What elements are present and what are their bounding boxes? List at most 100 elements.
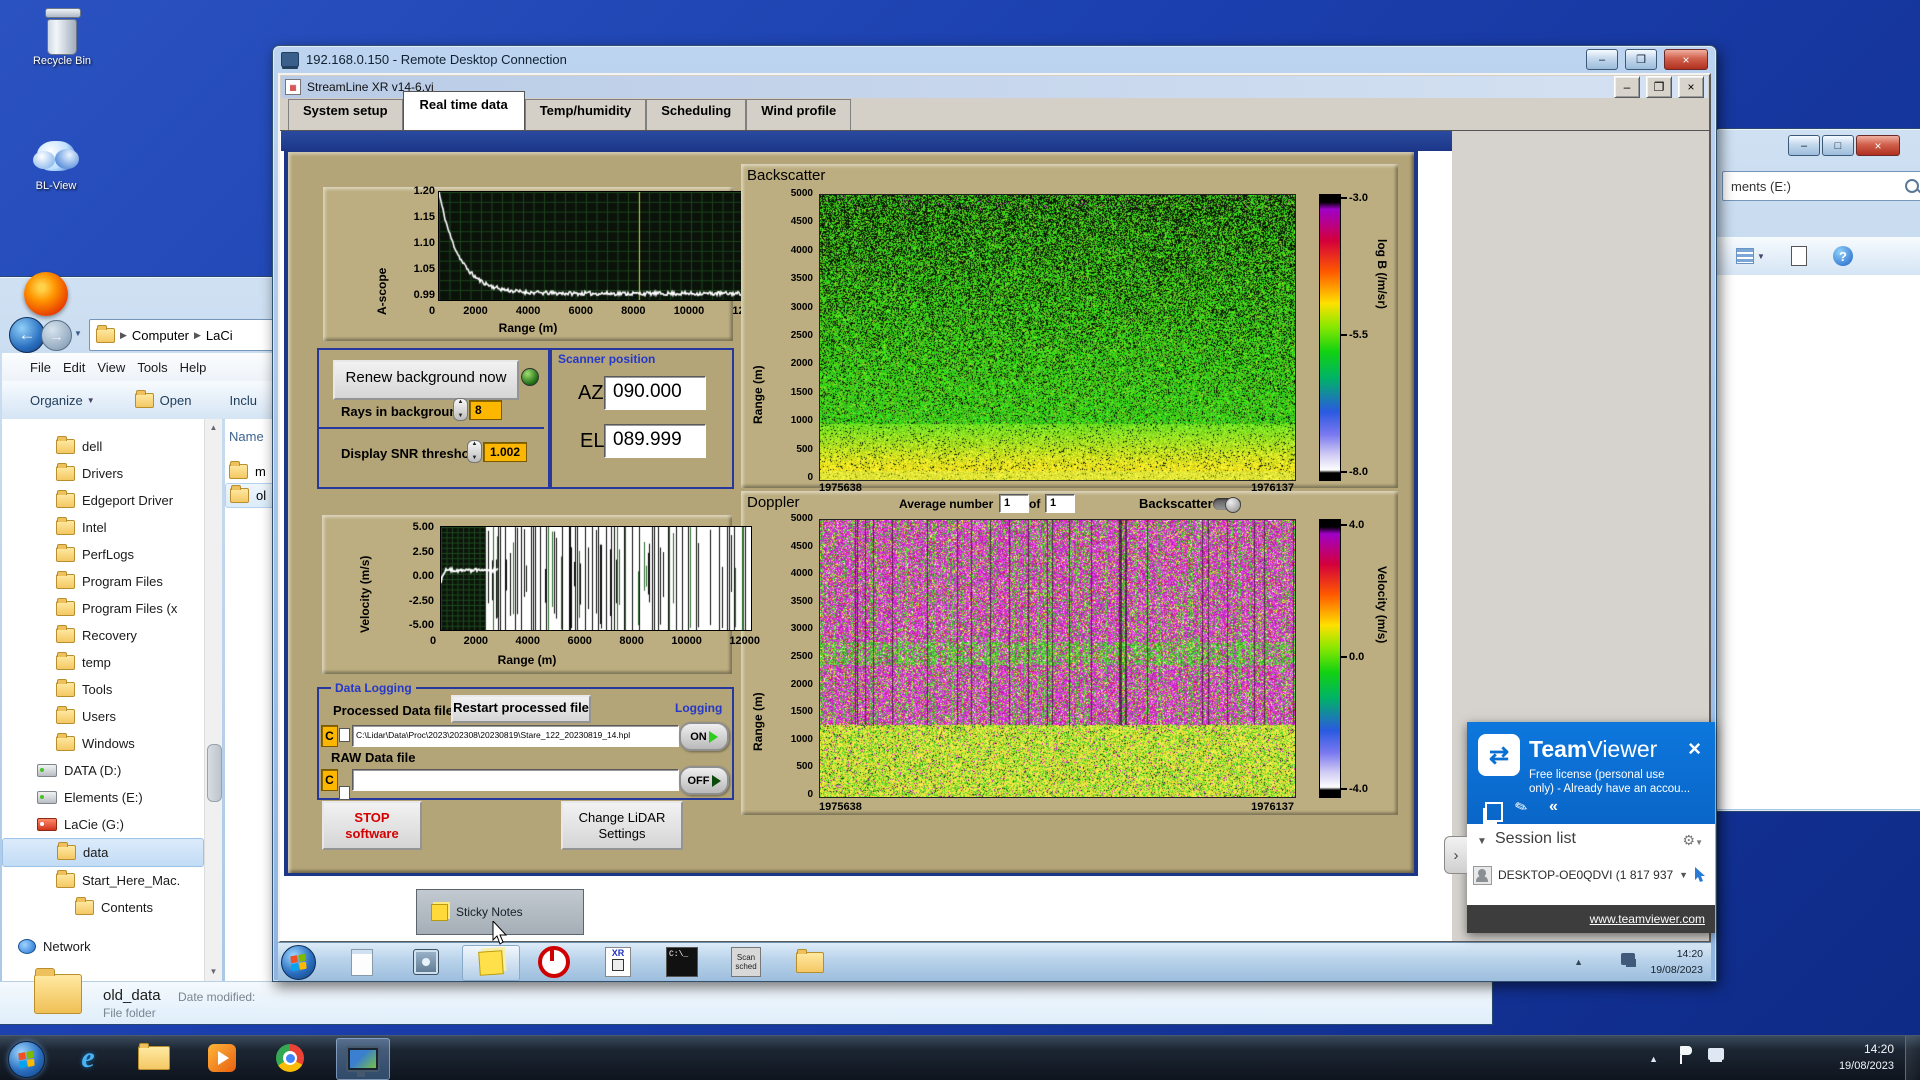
remote-taskbar-folder[interactable]	[782, 945, 838, 979]
remote-taskbar-control-app[interactable]	[398, 945, 454, 979]
start-button[interactable]	[8, 1041, 45, 1078]
tree-item[interactable]: LaCie (G:)	[2, 811, 204, 838]
close-button[interactable]: ×	[1856, 135, 1900, 156]
taskbar-media-player[interactable]	[196, 1038, 248, 1078]
tab-wind-profile[interactable]: Wind profile	[746, 99, 852, 130]
tree-item[interactable]: Windows	[2, 730, 204, 757]
copy-icon[interactable]	[1485, 802, 1503, 822]
tree-item[interactable]: dell	[2, 433, 204, 460]
minimize-button[interactable]: –	[1788, 135, 1820, 156]
processed-drive-button[interactable]: C	[321, 725, 338, 747]
breadcrumb-item-lacie[interactable]: LaCi	[206, 328, 233, 343]
nav-dropdown-icon[interactable]: ▼	[74, 329, 82, 338]
chevron-down-icon[interactable]: ▼	[1679, 870, 1688, 880]
tree-item[interactable]: Users	[2, 703, 204, 730]
raw-path-field[interactable]	[352, 769, 679, 791]
az-value-field[interactable]: 090.000	[604, 376, 706, 410]
remote-taskbar-notepad[interactable]	[334, 945, 390, 979]
tree-item[interactable]: Contents	[2, 894, 204, 921]
rays-spinner[interactable]: ▲ ▼	[453, 398, 468, 421]
backscatter-toggle[interactable]	[1213, 497, 1241, 513]
scrollbar-thumb[interactable]	[207, 744, 222, 802]
processed-logging-on-button[interactable]: ON	[679, 722, 729, 751]
scroll-down-icon[interactable]: ▼	[205, 963, 222, 979]
tree-item[interactable]: data	[2, 838, 204, 867]
views-button[interactable]: ▼	[1736, 248, 1765, 264]
tree-item[interactable]: Recovery	[2, 622, 204, 649]
teamviewer-link[interactable]: www.teamviewer.com	[1590, 912, 1705, 926]
tab-system-setup[interactable]: System setup	[288, 99, 403, 130]
tree-item[interactable]: Edgeport Driver	[2, 487, 204, 514]
snr-value-field[interactable]: 1.002	[483, 442, 527, 462]
close-icon[interactable]: ×	[1688, 736, 1701, 762]
menu-tools[interactable]: Tools	[131, 360, 173, 375]
firefox-icon[interactable]	[24, 272, 68, 316]
tree-item[interactable]: PerfLogs	[2, 541, 204, 568]
include-in-library-button[interactable]: Inclu	[229, 393, 256, 408]
remote-start-button[interactable]	[281, 945, 316, 980]
menu-edit[interactable]: Edit	[57, 360, 91, 375]
raw-logging-off-button[interactable]: OFF	[679, 766, 729, 795]
tree-item[interactable]: DATA (D:)	[2, 757, 204, 784]
tree-item[interactable]: Elements (E:)	[2, 784, 204, 811]
close-button[interactable]: ×	[1664, 49, 1708, 70]
average-total-field[interactable]: 1	[1045, 494, 1075, 513]
show-desktop-button[interactable]	[1905, 1036, 1920, 1080]
show-hidden-icons[interactable]: ▲	[1649, 1054, 1658, 1064]
remote-taskbar-xr-app[interactable]: XR	[590, 945, 646, 979]
stop-software-button[interactable]: STOP software	[322, 801, 422, 850]
remote-taskbar-scan-sched[interactable]: Scan sched	[718, 945, 774, 979]
remote-taskbar-terminal[interactable]: C:\_	[654, 945, 710, 979]
tree-scrollbar[interactable]: ▲ ▼	[204, 419, 222, 981]
tree-item[interactable]: Program Files	[2, 568, 204, 595]
clock[interactable]: 14:20 19/08/2023	[1839, 1041, 1894, 1075]
processed-path-field[interactable]: C:\Lidar\Data\Proc\2023\202308\20230819\…	[352, 725, 679, 747]
desktop-icon-recycle-bin[interactable]: Recycle Bin	[24, 8, 100, 67]
tree-item[interactable]: Intel	[2, 514, 204, 541]
back-button[interactable]: ←	[9, 317, 45, 353]
remote-network-icon[interactable]	[1621, 953, 1635, 965]
taskbar-rdp-active[interactable]	[336, 1038, 390, 1080]
restore-button[interactable]: ❐	[1646, 76, 1672, 98]
restart-processed-file-button[interactable]: Restart processed file	[451, 695, 591, 723]
minimize-button[interactable]: –	[1614, 76, 1640, 98]
raw-drive-button[interactable]: C	[321, 769, 338, 791]
menu-help[interactable]: Help	[174, 360, 213, 375]
organize-button[interactable]: Organize	[2, 393, 83, 408]
remote-taskbar-sticky-notes[interactable]	[462, 945, 520, 981]
snr-spinner[interactable]: ▲ ▼	[467, 440, 482, 463]
tree-item[interactable]: Program Files (x	[2, 595, 204, 622]
brush-icon[interactable]: ✎	[1512, 796, 1531, 817]
remote-clock[interactable]: 14:20 19/08/2023	[1650, 946, 1703, 978]
action-center-flag-icon[interactable]	[1680, 1046, 1694, 1064]
change-lidar-settings-button[interactable]: Change LiDAR Settings	[561, 801, 683, 850]
remote-taskbar-stop-app[interactable]	[526, 945, 582, 979]
tree-item[interactable]: temp	[2, 649, 204, 676]
collapse-icon[interactable]: «	[1549, 798, 1558, 816]
new-item-icon[interactable]	[1790, 246, 1807, 266]
search-box[interactable]: ments (E:)	[1722, 171, 1920, 201]
taskbar-internet-explorer[interactable]: e	[62, 1038, 114, 1078]
remote-tray-show-hidden-icon[interactable]: ▲	[1574, 957, 1583, 967]
restore-button[interactable]: ❐	[1625, 49, 1657, 70]
average-number-field[interactable]: 1	[999, 494, 1029, 513]
desktop-icon-bl-view[interactable]: BL-View	[18, 135, 94, 192]
collapse-section-icon[interactable]: ▼	[1477, 836, 1487, 847]
menu-file[interactable]: File	[24, 360, 57, 375]
maximize-button[interactable]: □	[1822, 135, 1854, 156]
breadcrumb-item-computer[interactable]: Computer	[132, 328, 189, 343]
tab-temp-humidity[interactable]: Temp/humidity	[524, 99, 647, 130]
minimize-button[interactable]: –	[1586, 49, 1618, 70]
breadcrumb[interactable]: ▶ Computer ▶ LaCi	[89, 319, 283, 351]
close-button[interactable]: ×	[1678, 76, 1704, 98]
tree-item[interactable]: Start_Here_Mac.	[2, 867, 204, 894]
el-value-field[interactable]: 089.999	[604, 424, 706, 458]
rays-value-field[interactable]: 8	[469, 400, 502, 420]
taskbar-chrome[interactable]	[264, 1038, 316, 1078]
tab-real-time-data[interactable]: Real time data	[402, 91, 525, 130]
scroll-up-icon[interactable]: ▲	[205, 419, 222, 435]
session-list-item[interactable]: DESKTOP-OE0QDVI (1 817 937 ▼	[1473, 862, 1709, 888]
tree-item[interactable]: Network	[2, 933, 204, 960]
teamviewer-side-tab[interactable]: ›	[1444, 836, 1467, 874]
forward-button[interactable]: →	[41, 320, 72, 351]
